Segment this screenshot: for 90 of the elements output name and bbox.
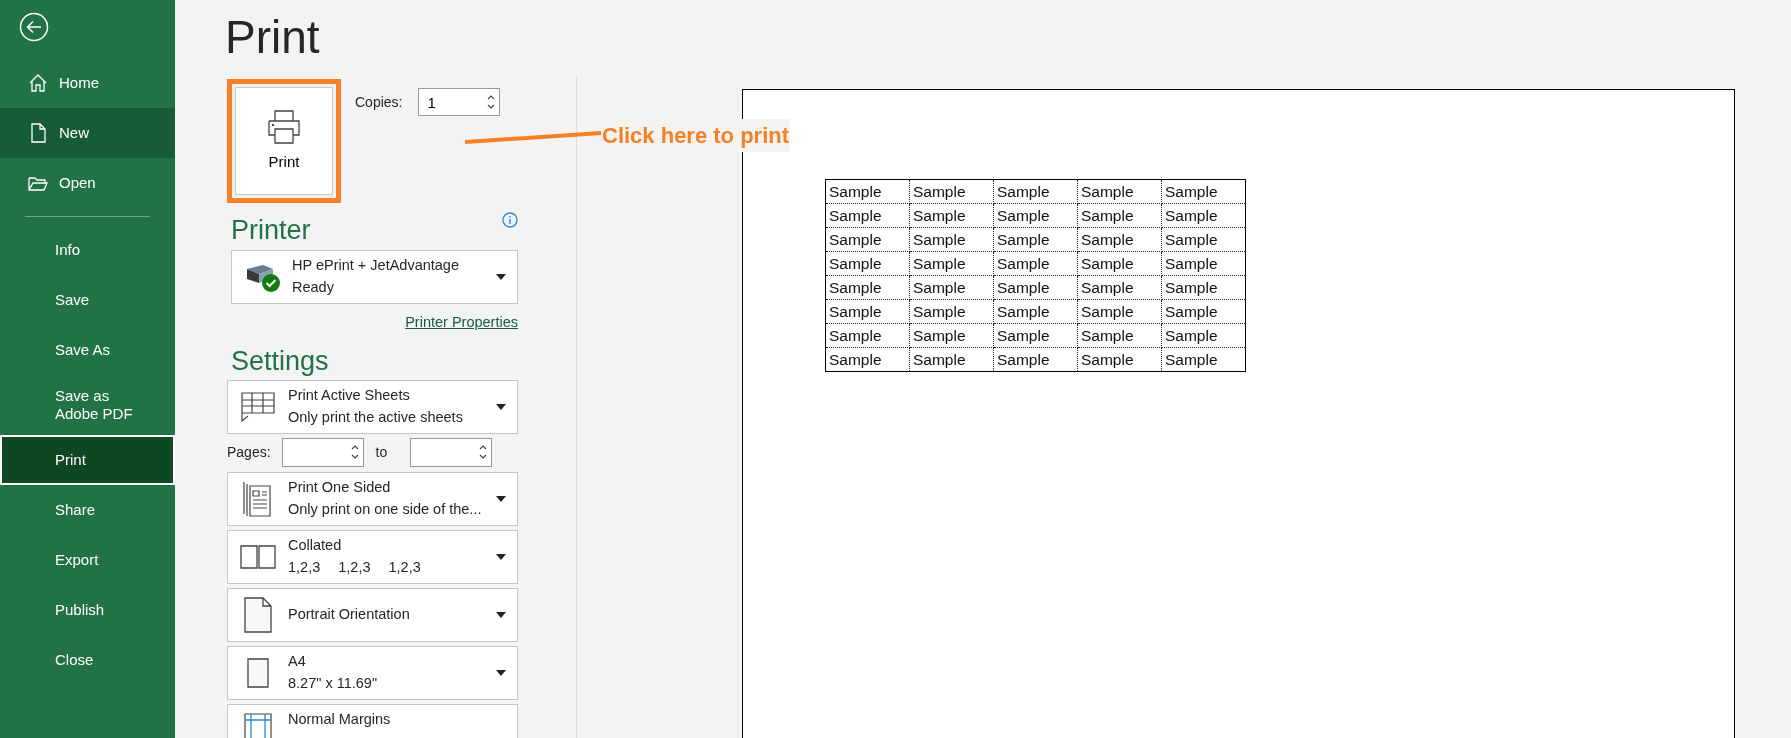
menu-item[interactable]: Open [0,158,175,208]
callout-text: Click here to print [602,119,790,152]
menu-item[interactable]: Home [0,58,175,108]
table-cell: Sample [909,179,994,204]
menu-item[interactable]: Save As [0,325,175,375]
option-title: Portrait Orientation [288,606,411,623]
section-heading: Settings [231,347,330,375]
table-cell: Sample [1077,323,1162,348]
option-title: Print One Sided [288,479,392,496]
printer-name: HP ePrint + JetAdvantage [292,258,460,274]
table-cell: Sample [825,323,910,348]
option-title: Normal Margins [288,711,392,728]
menu-item[interactable]: Export [0,535,175,585]
dropdown-caret-icon [496,553,506,560]
table-cell: Sample [909,227,994,252]
table-cell: Sample [909,203,994,228]
home-icon [27,72,49,94]
page-to-field[interactable] [410,437,493,467]
table-cell: Sample [1077,299,1162,324]
menu-item[interactable]: Info [0,225,175,275]
settings-dropdown[interactable]: A4 8.27" x 11.69" [227,645,518,700]
table-cell: Sample [909,323,994,348]
table-cell: Sample [909,299,994,324]
dropdown-caret-icon [496,274,506,280]
printer-status: Ready [292,280,335,296]
menu-item[interactable]: Save [0,275,175,325]
table-cell: Sample [909,251,994,276]
menu-item[interactable]: Share [0,485,175,535]
option-title: Print Active Sheets [288,387,411,404]
table-cell: Sample [993,203,1078,228]
back-icon[interactable] [19,12,49,42]
portrait-page-icon [244,596,272,633]
two-pages-icon [240,544,276,569]
settings-dropdown[interactable]: Normal Margins [227,703,518,738]
option-subtitle: 1,2,3 [288,559,321,576]
table-cell: Sample [993,227,1078,252]
menu-item[interactable]: Save as Adobe PDF [0,375,175,435]
table-cell: Sample [909,275,994,300]
option-title: A4 [288,653,307,670]
table-cell: Sample [1077,179,1162,204]
table-cell: Sample [993,299,1078,324]
settings-dropdown[interactable]: Portrait Orientation [227,587,518,642]
page-from-field[interactable] [281,437,364,467]
table-cell: Sample [993,179,1078,204]
copies-field[interactable]: 1 [418,88,501,116]
table-cell: Sample [1077,227,1162,252]
option-title: Collated [288,537,343,554]
table-cell: Sample [1077,275,1162,300]
to-label: to [375,442,388,462]
settings-dropdown[interactable]: Print Active Sheets Only print the active sheets [227,379,518,434]
page-title: Print [225,10,321,65]
pages-label: Pages: [227,442,271,462]
copies-label: Copies: [355,92,403,112]
printer-properties-link[interactable]: Printer Properties [405,312,518,334]
option-subtitle: Only print the active sheets [288,409,464,426]
table-cell: Sample [825,299,910,324]
dropdown-caret-icon [496,495,506,502]
menu-item[interactable]: Publish [0,585,175,635]
menu-item[interactable]: New [0,108,175,158]
menu-item[interactable]: Print [0,435,175,485]
table-cell: Sample [825,203,910,228]
table-cell: Sample [993,251,1078,276]
print-button[interactable]: Print [235,87,333,195]
option-subtitle: 8.27" x 11.69" [288,675,379,692]
table-cell: Sample [1077,251,1162,276]
section-heading: Printer [231,217,311,244]
option-subtitle: Only print on one side of the... [288,501,483,518]
dropdown-caret-icon [496,403,506,410]
printer-icon [267,108,301,145]
paper-size-icon [247,657,269,688]
table-cell: Sample [993,275,1078,300]
table-cell: Sample [825,227,910,252]
dropdown-caret-icon [496,669,506,676]
dropdown-caret-icon [496,611,506,618]
settings-dropdown[interactable]: Print One Sided Only print on one side of the... [227,471,518,526]
sheets-grid-icon [241,391,275,422]
info-icon[interactable] [502,212,518,228]
option-subtitle: 1,2,3 [388,559,421,576]
spinner-arrows-icon[interactable] [487,93,496,111]
settings-dropdown[interactable]: Collated 1,2,3 1,2,3 1,2,3 [227,529,518,584]
table-cell: Sample [993,323,1078,348]
document-stack-icon [243,480,273,517]
table-cell: Sample [1077,203,1162,228]
menu-item[interactable]: Close [0,635,175,685]
margins-icon [244,712,272,738]
table-cell: Sample [825,179,910,204]
printer-dropdown[interactable]: HP ePrint + JetAdvantage Ready [231,250,518,304]
option-subtitle: 1,2,3 [338,559,371,576]
table-cell: Sample [825,275,910,300]
table-cell: Sample [825,251,910,276]
